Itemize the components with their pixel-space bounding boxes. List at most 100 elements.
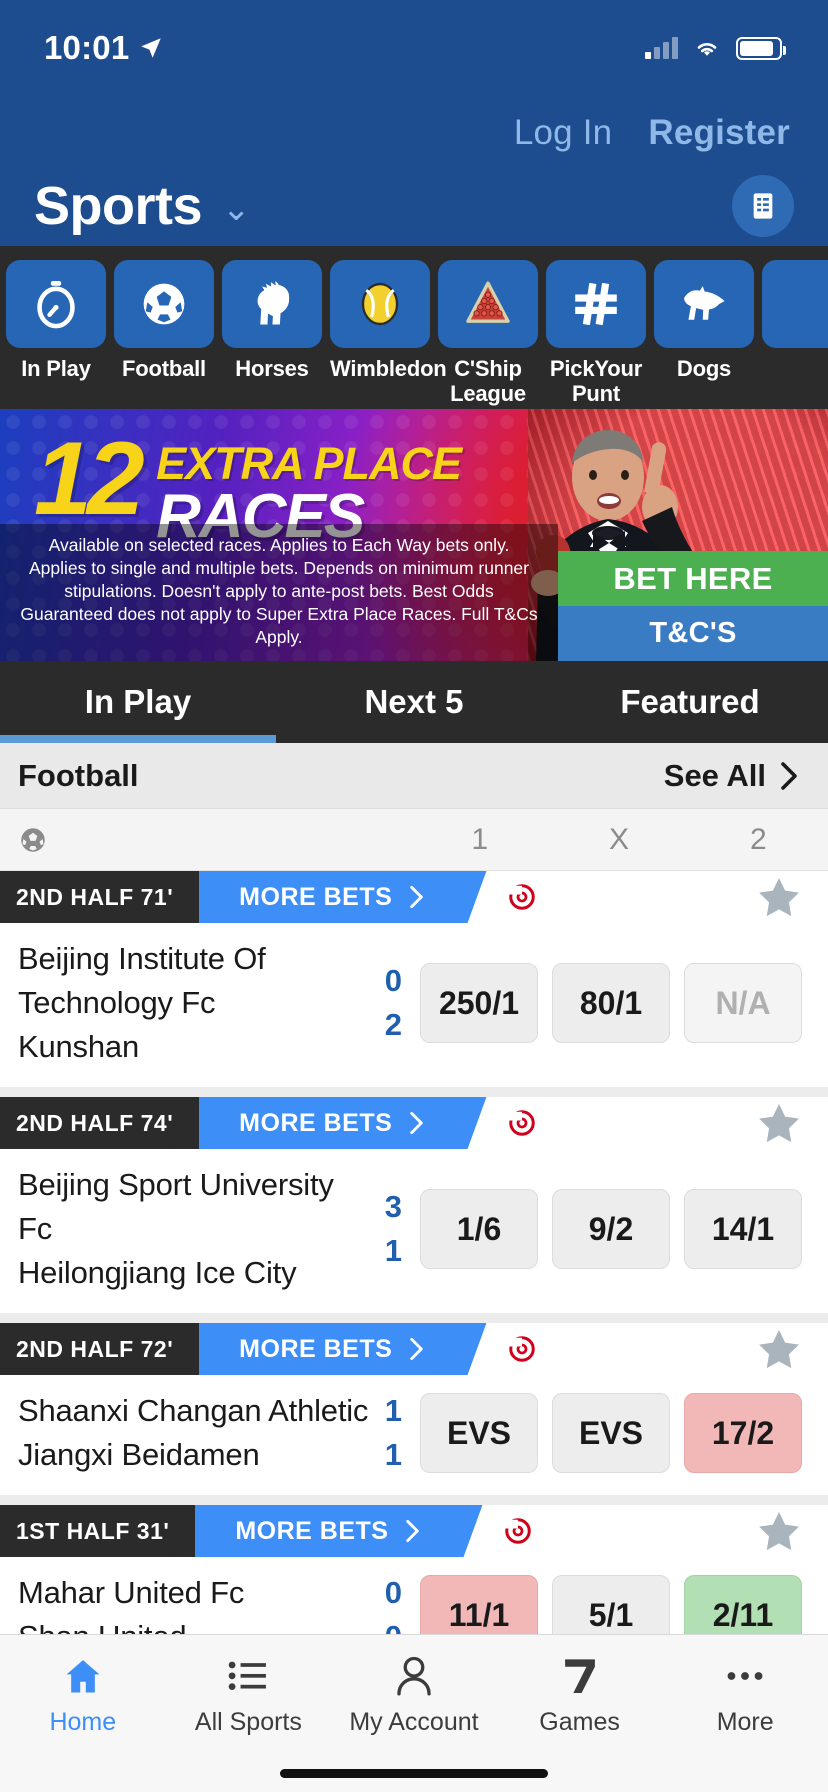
away-team-name: Heilongjiang Ice City (18, 1255, 297, 1291)
match-status-bar: 2ND HALF 71' MORE BETS (0, 871, 828, 923)
live-stream-button[interactable] (459, 1323, 537, 1375)
register-button[interactable]: Register (648, 113, 790, 153)
promo-cta-group: BET HERE T&C'S (558, 551, 828, 661)
odds-button-away[interactable]: 17/2 (684, 1393, 802, 1474)
odds-button-home[interactable]: 250/1 (420, 963, 538, 1044)
home-icon (62, 1653, 104, 1699)
rail-item-championship-league[interactable]: C'Ship League (438, 260, 538, 406)
odds-button-draw[interactable]: EVS (552, 1393, 670, 1474)
tab-featured[interactable]: Featured (552, 661, 828, 743)
rail-item-in-play[interactable]: In Play (6, 260, 106, 382)
live-stream-button[interactable] (455, 1505, 533, 1557)
home-indicator (280, 1769, 548, 1778)
odds-group: EVS EVS 17/2 (420, 1393, 802, 1474)
rail-tile (222, 260, 322, 348)
nav-item-all-sports[interactable]: All Sports (166, 1653, 332, 1737)
live-stream-button[interactable] (459, 871, 537, 923)
odds-group: 250/1 80/1 N/A (420, 963, 802, 1044)
odds-button-home[interactable]: 1/6 (420, 1189, 538, 1270)
favourite-button[interactable] (756, 871, 828, 923)
home-team-name: Beijing Institute Of Technology Fc (18, 941, 266, 1021)
live-stream-icon (505, 1518, 532, 1544)
odds-column-headers: 1 X 2 (0, 809, 828, 871)
away-team-name: Kunshan (18, 1029, 139, 1065)
match-content: Beijing Sport University Fc Heilongjiang… (0, 1149, 828, 1313)
match-content: Shaanxi Changan Athletic Jiangxi Beidame… (0, 1375, 828, 1495)
promo-terms-text: Available on selected races. Applies to … (0, 523, 558, 661)
nav-item-games[interactable]: Games (497, 1653, 663, 1737)
table-row[interactable]: 2ND HALF 71' MORE BETS Beijing Institute… (0, 871, 828, 1098)
away-team-score: 1 (384, 1437, 402, 1473)
match-status-label: 2ND HALF 71' (0, 871, 200, 923)
see-all-label: See All (663, 757, 766, 793)
rail-item-football[interactable]: Football (114, 260, 214, 382)
tennis-ball-icon (361, 282, 399, 326)
home-team-score: 0 (384, 963, 402, 998)
horse-head-icon (257, 281, 290, 325)
table-row[interactable]: 2ND HALF 74' MORE BETS Beijing Sport Uni… (0, 1097, 828, 1324)
match-status-bar: 1ST HALF 31' MORE BETS (0, 1505, 828, 1558)
more-bets-button[interactable]: MORE BETS (199, 1097, 460, 1150)
tab-in-play[interactable]: In Play (0, 661, 276, 743)
team-names: Beijing Sport University Fc Heilongjiang… (18, 1163, 371, 1295)
star-icon (759, 1104, 799, 1143)
list-icon (226, 1653, 270, 1699)
column-header-1: 1 (471, 822, 488, 856)
login-button[interactable]: Log In (514, 113, 613, 153)
odds-button-away[interactable]: N/A (684, 963, 802, 1044)
more-bets-button[interactable]: MORE BETS (195, 1505, 456, 1558)
bet-here-button[interactable]: BET HERE (558, 551, 828, 606)
seven-dice-icon (560, 1653, 600, 1699)
table-row[interactable]: 2ND HALF 72' MORE BETS Shaanxi Changan A… (0, 1323, 828, 1506)
rail-item-dogs[interactable]: Dogs (654, 260, 754, 382)
match-status-bar: 2ND HALF 72' MORE BETS (0, 1323, 828, 1376)
tab-active-indicator (0, 735, 276, 743)
odds-button-draw[interactable]: 80/1 (552, 963, 670, 1044)
auth-links: Log In Register (34, 96, 794, 170)
match-content: Beijing Institute Of Technology Fc Kunsh… (0, 923, 828, 1087)
favourite-button[interactable] (756, 1097, 828, 1149)
page-title-dropdown[interactable]: Sports ⌄ (34, 175, 251, 237)
tab-next-5[interactable]: Next 5 (276, 661, 552, 743)
section-title: Football (18, 757, 139, 793)
sports-category-rail[interactable]: In Play Football Horses Wimbledon C'Ship… (0, 246, 828, 409)
live-stream-icon (509, 1110, 536, 1136)
favourite-button[interactable] (756, 1505, 828, 1557)
column-header-sport (0, 825, 410, 855)
nav-item-my-account[interactable]: My Account (331, 1653, 497, 1737)
rail-item-pick-your-punt[interactable]: PickYour Punt (546, 260, 646, 406)
hash-icon (575, 282, 617, 326)
nav-item-more[interactable]: More (662, 1653, 828, 1737)
chevron-right-icon (781, 761, 797, 790)
column-header-2: 2 (749, 822, 767, 856)
greyhound-icon (684, 286, 725, 320)
more-bets-button[interactable]: MORE BETS (199, 871, 460, 923)
odds-button-draw[interactable]: 9/2 (552, 1189, 670, 1270)
away-team-name: Jiangxi Beidamen (18, 1437, 260, 1473)
betslip-icon (753, 193, 773, 219)
rail-item-label: Football (122, 356, 206, 381)
more-bets-button[interactable]: MORE BETS (199, 1323, 460, 1376)
nav-item-label: My Account (349, 1708, 479, 1736)
odds-button-away[interactable]: 14/1 (684, 1189, 802, 1270)
football-icon (143, 283, 185, 325)
star-icon (759, 1512, 799, 1551)
location-arrow-icon (141, 38, 162, 58)
bottom-navigation: Home All Sports My Account Games More (0, 1634, 828, 1792)
rail-item-wimbledon[interactable]: Wimbledon (330, 260, 447, 382)
rail-item-horses[interactable]: Horses (222, 260, 322, 382)
betslip-button[interactable] (732, 175, 794, 237)
nav-item-label: All Sports (194, 1708, 302, 1736)
header-main-row: Sports ⌄ (34, 170, 794, 246)
nav-item-home[interactable]: Home (0, 1653, 166, 1737)
odds-button-home[interactable]: EVS (420, 1393, 538, 1474)
terms-conditions-button[interactable]: T&C'S (558, 606, 828, 661)
promo-banner[interactable]: 12 EXTRA PLACE RACES Available on select… (0, 409, 828, 661)
page-title: Sports (34, 176, 203, 236)
home-team-name: Beijing Sport University Fc (18, 1167, 334, 1247)
see-all-button[interactable]: See All (664, 758, 800, 794)
ellipsis-icon (723, 1653, 767, 1699)
rail-item-partial-next[interactable] (762, 260, 828, 357)
live-stream-button[interactable] (459, 1097, 537, 1149)
favourite-button[interactable] (756, 1323, 828, 1375)
